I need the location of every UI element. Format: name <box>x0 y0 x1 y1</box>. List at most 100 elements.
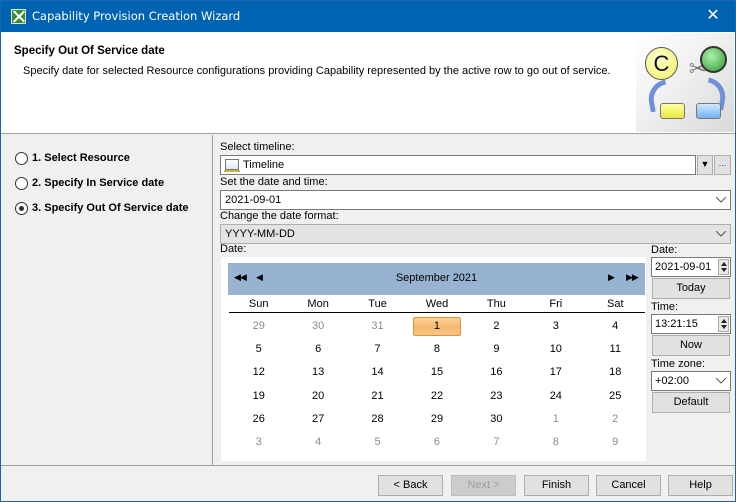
day-cell[interactable]: 17 <box>526 361 585 384</box>
day-cell[interactable]: 28 <box>348 408 407 431</box>
date-format-combo[interactable]: YYYY-MM-DD <box>220 224 731 244</box>
radio-button[interactable] <box>15 176 28 190</box>
day-cell[interactable]: 4 <box>288 431 347 454</box>
day-cell[interactable]: 22 <box>407 385 466 408</box>
day-cell[interactable]: 8 <box>526 431 585 454</box>
cancel-button[interactable]: Cancel <box>596 475 661 496</box>
day-cell[interactable]: 24 <box>526 385 585 408</box>
chevron-down-icon <box>716 197 726 203</box>
day-cell[interactable]: 10 <box>526 338 585 361</box>
day-cell[interactable]: 30 <box>467 408 526 431</box>
date-format-value: YYYY-MM-DD <box>225 228 295 240</box>
day-cell[interactable]: 2 <box>586 408 645 431</box>
day-cell[interactable]: 4 <box>586 315 645 338</box>
day-cell[interactable]: 30 <box>288 315 347 338</box>
day-cell[interactable]: 29 <box>229 315 288 338</box>
day-number: 19 <box>252 389 265 402</box>
day-cell[interactable]: 12 <box>229 361 288 384</box>
time-zone-label: Time zone: <box>651 358 706 370</box>
day-cell[interactable]: 27 <box>288 408 347 431</box>
close-button[interactable]: ✕ <box>691 1 735 32</box>
day-cell[interactable]: 15 <box>407 361 466 384</box>
day-cell[interactable]: 13 <box>288 361 347 384</box>
time-zone-combo[interactable]: +02:00 <box>651 371 731 391</box>
spinner-arrows-icon[interactable] <box>718 316 729 332</box>
day-number: 16 <box>490 366 503 379</box>
timeline-more-button[interactable]: ... <box>714 155 731 175</box>
calendar-week: 12 13 14 15 16 17 18 <box>229 361 645 384</box>
default-button[interactable]: Default <box>652 392 730 413</box>
page-description: Specify date for selected Resource confi… <box>23 65 611 77</box>
day-number: 5 <box>255 343 262 356</box>
spinner-arrows-icon[interactable] <box>718 259 729 275</box>
day-cell[interactable]: 19 <box>229 385 288 408</box>
day-cell[interactable]: 21 <box>348 385 407 408</box>
timeline-icon <box>224 159 240 172</box>
day-number: 9 <box>612 435 619 448</box>
day-cell[interactable]: 16 <box>467 361 526 384</box>
day-cell[interactable]: 3 <box>526 315 585 338</box>
day-cell[interactable]: 23 <box>467 385 526 408</box>
day-number: 6 <box>315 343 322 356</box>
finish-button[interactable]: Finish <box>524 475 589 496</box>
day-cell[interactable]: 6 <box>407 431 466 454</box>
date-spinner[interactable]: 2021-09-01 <box>651 257 731 277</box>
step-select-resource[interactable]: 1. Select Resource <box>15 149 130 167</box>
next-button[interactable]: Next > <box>451 475 516 496</box>
selected-day-cell[interactable]: 1 <box>407 315 466 338</box>
day-cell[interactable]: 5 <box>348 431 407 454</box>
today-button[interactable]: Today <box>652 278 730 299</box>
day-number: 5 <box>374 435 381 448</box>
step-label: 1. Select Resource <box>32 152 130 164</box>
day-number: 15 <box>430 366 444 379</box>
datetime-value: 2021-09-01 <box>225 194 282 206</box>
steps-panel: 1. Select Resource 2. Specify In Service… <box>1 135 213 465</box>
day-number: 21 <box>371 389 384 402</box>
month-year-label: September 2021 <box>395 272 478 284</box>
day-cell[interactable]: 25 <box>586 385 645 408</box>
day-cell[interactable]: 2 <box>467 315 526 338</box>
time-spinner[interactable]: 13:21:15 <box>651 314 731 334</box>
timeline-combo[interactable]: Timeline <box>220 155 696 175</box>
day-cell[interactable]: 1 <box>526 408 585 431</box>
resource-icon <box>700 46 727 73</box>
day-cell[interactable]: 14 <box>348 361 407 384</box>
day-cell[interactable]: 9 <box>467 338 526 361</box>
day-cell[interactable]: 6 <box>288 338 347 361</box>
day-cell[interactable]: 5 <box>229 338 288 361</box>
radio-button[interactable] <box>15 151 28 165</box>
day-number: 10 <box>549 343 562 356</box>
next-month-button[interactable]: ▶ <box>608 272 615 283</box>
now-button[interactable]: Now <box>652 335 730 356</box>
radio-button-selected[interactable] <box>15 201 28 215</box>
step-specify-out-of-service-date[interactable]: 3. Specify Out Of Service date <box>15 199 189 217</box>
day-cell[interactable]: 8 <box>407 338 466 361</box>
step-specify-in-service-date[interactable]: 2. Specify In Service date <box>15 174 164 192</box>
timeline-dropdown-button[interactable]: ▼ <box>697 155 713 175</box>
day-number: 17 <box>549 366 562 379</box>
day-number: 13 <box>312 366 325 379</box>
day-cell[interactable]: 9 <box>586 431 645 454</box>
datetime-combo[interactable]: 2021-09-01 <box>220 190 731 210</box>
calendar-grid: 29 30 31 1 2 3 4 5 6 7 8 9 10 11 12 13 14 15 16 17 18 19 20 21 2… <box>229 315 645 454</box>
wizard-header: Specify Out Of Service date Specify date… <box>1 32 735 134</box>
help-button[interactable]: Help <box>668 475 733 496</box>
title-bar: Capability Provision Creation Wizard ✕ <box>1 1 735 32</box>
window-title: Capability Provision Creation Wizard <box>32 9 241 23</box>
day-cell[interactable]: 3 <box>229 431 288 454</box>
day-cell[interactable]: 26 <box>229 408 288 431</box>
footer-divider <box>1 465 735 466</box>
capability-icon: C <box>645 47 678 80</box>
day-cell[interactable]: 11 <box>586 338 645 361</box>
day-cell[interactable]: 7 <box>467 431 526 454</box>
calendar-header: ◀◀ ◀ September 2021 ▶ ▶▶ <box>228 263 645 295</box>
day-cell[interactable]: 20 <box>288 385 347 408</box>
day-cell[interactable]: 29 <box>407 408 466 431</box>
back-button[interactable]: < Back <box>378 475 443 496</box>
day-cell[interactable]: 18 <box>586 361 645 384</box>
next-year-button[interactable]: ▶▶ <box>626 272 639 283</box>
day-number: 18 <box>609 366 622 379</box>
time-spinner-value: 13:21:15 <box>655 318 698 330</box>
day-cell[interactable]: 7 <box>348 338 407 361</box>
day-cell[interactable]: 31 <box>348 315 407 338</box>
